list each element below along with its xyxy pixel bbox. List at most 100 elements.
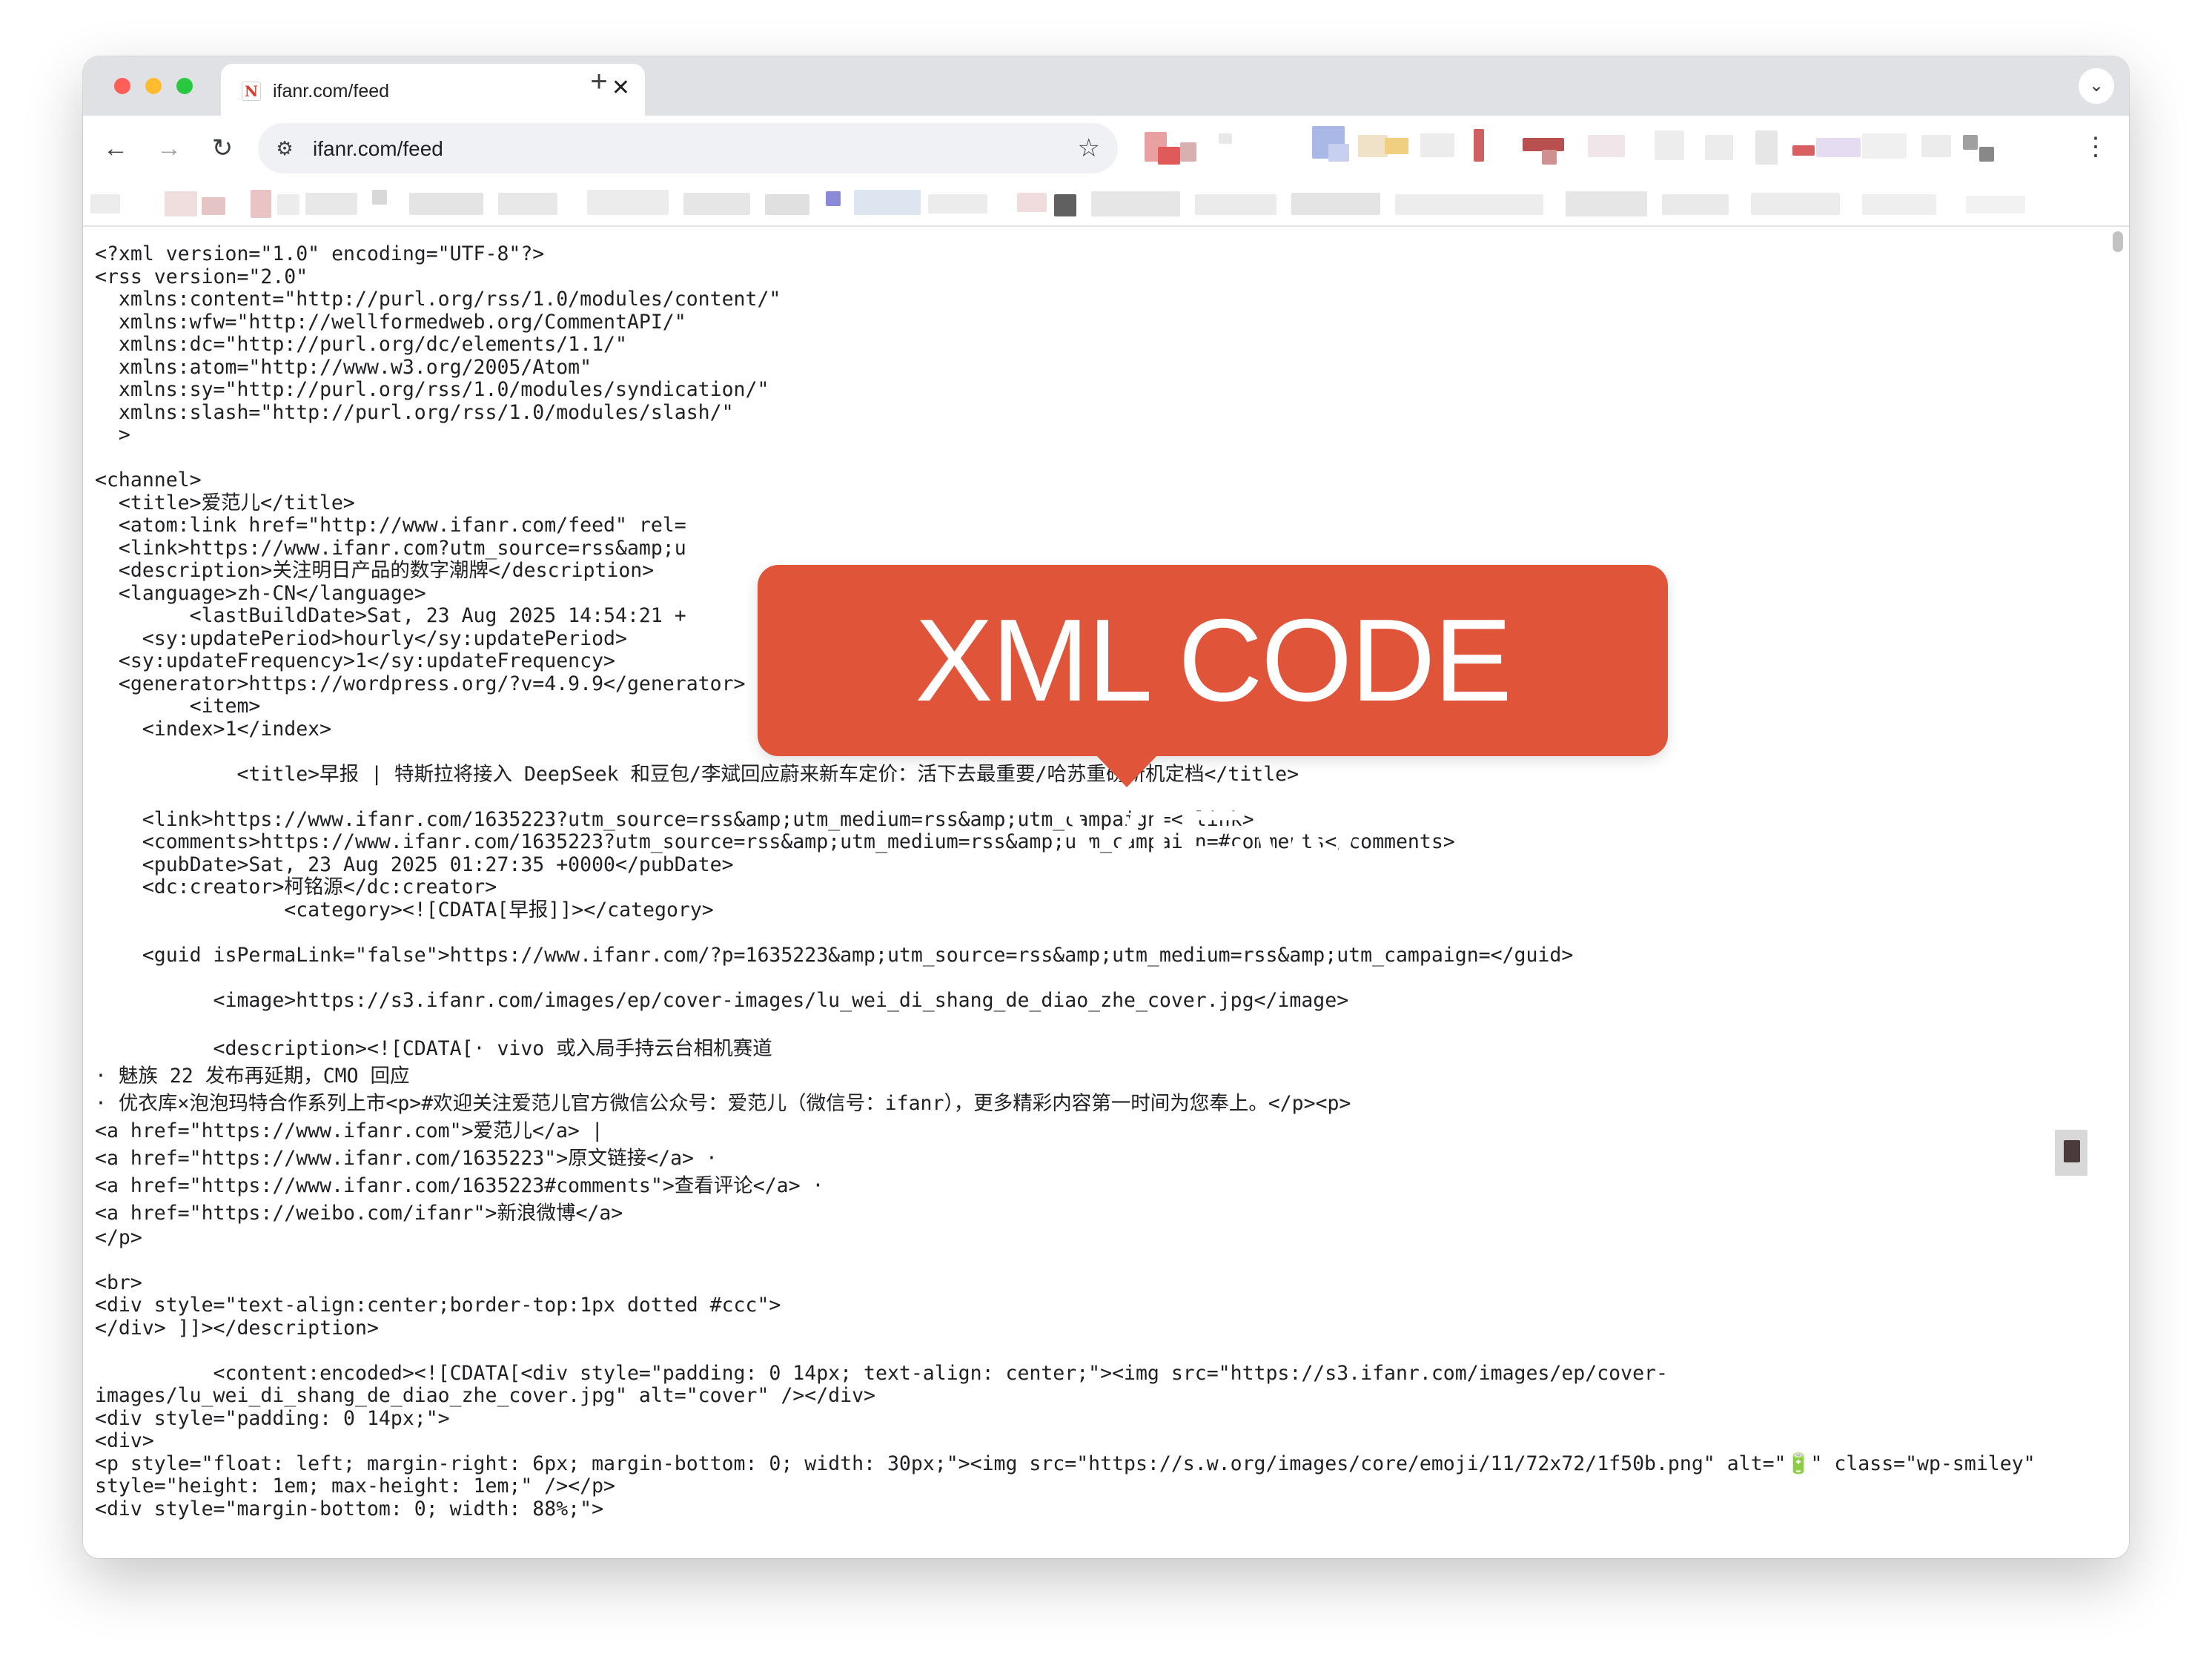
bookmark-item[interactable] (765, 194, 809, 215)
bookmark-item[interactable] (683, 193, 750, 215)
code-line: images/lu_wei_di_shang_de_diao_zhe_cover… (95, 1384, 875, 1407)
bookmark-item[interactable] (409, 193, 483, 215)
window-minimize-button[interactable] (145, 78, 162, 94)
toolbar: ← → ↻ ⚙ ifanr.com/feed ☆ ⋮ (83, 116, 2129, 182)
bookmark-item[interactable] (498, 193, 557, 215)
code-line: <a href="https://www.ifanr.com/1635223">… (95, 1146, 718, 1170)
code-line: <dc:creator>柯铭源</dc:creator> (95, 876, 497, 898)
bookmark-item[interactable] (277, 194, 299, 215)
bookmark-item[interactable] (90, 194, 120, 214)
window-close-button[interactable] (114, 78, 130, 94)
side-thumbnail (2049, 1122, 2093, 1183)
bookmark-item[interactable] (587, 190, 669, 215)
forward-arrow-icon[interactable]: → (154, 133, 184, 163)
bookmark-item[interactable] (1566, 191, 1647, 216)
window-maximize-button[interactable] (176, 78, 193, 94)
code-line: <title>爱范儿</title> (95, 491, 355, 514)
code-line: <a href="https://weibo.com/ifanr">新浪微博</… (95, 1201, 623, 1225)
extension-icon (1862, 133, 1907, 159)
bookmark-item[interactable] (1195, 194, 1276, 215)
bookmark-item[interactable] (1091, 191, 1180, 216)
bookmark-item[interactable] (372, 190, 387, 205)
bookmark-item[interactable] (1291, 193, 1380, 215)
extension-icon[interactable] (1474, 129, 1484, 162)
bookmarks-bar (83, 182, 2129, 227)
code-line: <p style="float: left; margin-right: 6px… (95, 1452, 2036, 1475)
code-line: <?xml version="1.0" encoding="UTF-8"?> (95, 242, 545, 265)
back-arrow-icon[interactable]: ← (101, 133, 130, 163)
url-text[interactable]: ifanr.com/feed (313, 137, 443, 161)
tab-strip: N ifanr.com/feed ✕ + ⌄ (83, 56, 2129, 116)
extensions-area (1136, 120, 2047, 178)
code-line: <div style="padding: 0 14px;"> (95, 1406, 450, 1430)
extension-icon[interactable] (1385, 138, 1408, 154)
site-info-icon[interactable]: ⚙ (273, 136, 297, 160)
code-line: <div> (95, 1429, 154, 1452)
code-line: <br> (95, 1271, 142, 1294)
reload-icon[interactable]: ↻ (208, 133, 237, 163)
code-line: style="height: 1em; max-height: 1em;" />… (95, 1475, 615, 1497)
code-line: <category><![CDATA[早报]]></category> (95, 898, 714, 921)
code-line: xmlns:content="http://purl.org/rss/1.0/m… (95, 288, 781, 311)
code-line: <image>https://s3.ifanr.com/images/ep/co… (95, 988, 1349, 1012)
star-icon[interactable]: ☆ (1078, 133, 1100, 163)
chevron-down-icon[interactable]: ⌄ (2079, 68, 2114, 104)
code-line: xmlns:dc="http://purl.org/dc/elements/1.… (95, 333, 627, 356)
bookmark-item[interactable] (1395, 194, 1543, 215)
callout-label: XML CODE VIEW (915, 595, 1511, 917)
extension-icon[interactable] (1328, 144, 1349, 162)
code-line: <comments>https://www.ifanr.com/1635223?… (95, 830, 1455, 853)
bookmark-item[interactable] (1662, 194, 1729, 215)
bookmark-item[interactable] (1751, 193, 1840, 215)
extension-icon[interactable] (1979, 147, 1994, 162)
extension-icon[interactable] (1792, 145, 1815, 156)
extension-icon[interactable] (1542, 150, 1557, 165)
code-line: <description><![CDATA[· vivo 或入局手持云台相机赛道 (95, 1036, 772, 1060)
extension-icon[interactable] (1158, 147, 1180, 165)
code-line: > (95, 423, 130, 446)
extension-icon[interactable] (1358, 135, 1388, 157)
bookmark-item[interactable] (1862, 194, 1936, 215)
bookmark-item[interactable] (854, 190, 921, 215)
bookmark-item[interactable] (1054, 194, 1076, 216)
address-bar[interactable]: ⚙ ifanr.com/feed ☆ (258, 123, 1118, 173)
code-line: <channel> (95, 469, 202, 492)
extension-icon (1420, 133, 1454, 157)
tab-active[interactable]: N ifanr.com/feed ✕ (221, 64, 645, 116)
code-line: <pubDate>Sat, 23 Aug 2025 01:27:35 +0000… (95, 853, 734, 876)
new-tab-button[interactable]: + (584, 67, 614, 96)
code-line: <rss version="2.0" (95, 265, 308, 288)
bookmark-item[interactable] (305, 193, 357, 215)
code-line: <content:encoded><![CDATA[<div style="pa… (95, 1361, 1668, 1385)
tab-title: ifanr.com/feed (273, 81, 390, 102)
bookmark-item[interactable] (928, 194, 987, 214)
code-line: · 魅族 22 发布再延期，CMO 回应 (95, 1064, 410, 1088)
bookmark-item[interactable] (1966, 196, 2025, 214)
code-line: xmlns:wfw="http://wellformedweb.org/Comm… (95, 310, 686, 334)
scrollbar[interactable] (2113, 231, 2123, 252)
extension-icon (1588, 135, 1625, 157)
code-line: <atom:link href="http://www.ifanr.com/fe… (95, 514, 686, 537)
menu-icon[interactable]: ⋮ (2083, 132, 2108, 162)
code-line: <title>早报 | 特斯拉将接入 DeepSeek 和豆包/李斌回应蔚来新车… (95, 762, 1299, 786)
bookmark-item[interactable] (1017, 193, 1047, 212)
bookmark-item[interactable] (165, 191, 197, 216)
extension-icon[interactable] (1816, 138, 1861, 157)
bookmark-item[interactable] (202, 197, 225, 215)
extension-icon (1219, 133, 1232, 144)
code-line: <link>https://www.ifanr.com/1635223?utm_… (95, 807, 1254, 831)
code-line: xmlns:sy="http://purl.org/rss/1.0/module… (95, 378, 769, 401)
code-line: </div> ]]></description> (95, 1316, 379, 1340)
extension-icon[interactable] (1180, 142, 1196, 162)
extension-icon[interactable] (1963, 135, 1978, 150)
close-icon[interactable]: ✕ (612, 77, 630, 99)
bookmark-item[interactable] (826, 191, 841, 206)
xml-code: <?xml version="1.0" encoding="UTF-8"?> <r… (95, 242, 2036, 1520)
bookmark-item[interactable] (251, 190, 271, 218)
callout-banner: XML CODE VIEW (758, 565, 1668, 917)
